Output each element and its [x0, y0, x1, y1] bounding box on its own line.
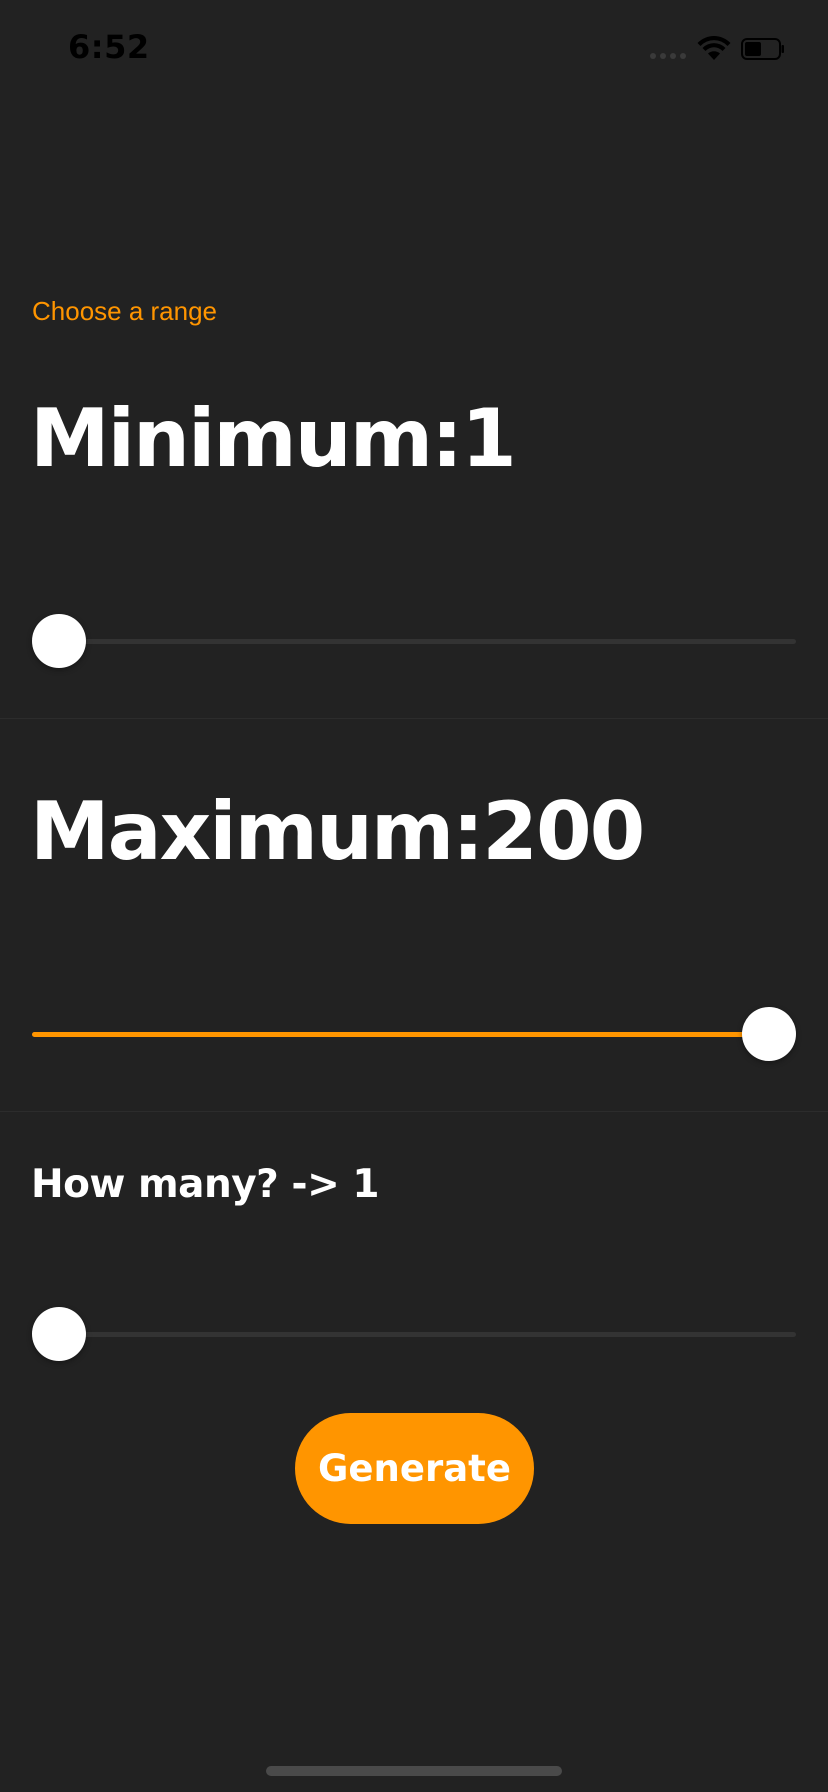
how-many-slider-track: [32, 1332, 796, 1337]
maximum-title: Maximum:200: [30, 785, 645, 878]
minimum-slider-track: [32, 639, 796, 644]
maximum-slider-fill: [32, 1032, 769, 1037]
divider: [0, 718, 828, 719]
maximum-slider-thumb[interactable]: [742, 1007, 796, 1061]
status-time: 6:52: [68, 28, 150, 66]
minimum-title: Minimum:1: [30, 392, 517, 485]
status-bar: 6:52: [0, 0, 828, 100]
home-indicator: [266, 1766, 562, 1776]
how-many-slider-thumb[interactable]: [32, 1307, 86, 1361]
how-many-slider[interactable]: [32, 1307, 796, 1361]
maximum-slider[interactable]: [32, 1007, 796, 1061]
battery-icon: [741, 38, 784, 60]
wifi-icon: [697, 36, 731, 60]
divider: [0, 1111, 828, 1112]
range-section-label: Choose a range: [32, 296, 218, 326]
minimum-slider-thumb[interactable]: [32, 614, 86, 668]
generate-button[interactable]: Generate: [295, 1413, 534, 1524]
minimum-slider[interactable]: [32, 614, 796, 668]
cellular-signal-icon: [650, 53, 686, 59]
how-many-title: How many? -> 1: [31, 1162, 379, 1207]
